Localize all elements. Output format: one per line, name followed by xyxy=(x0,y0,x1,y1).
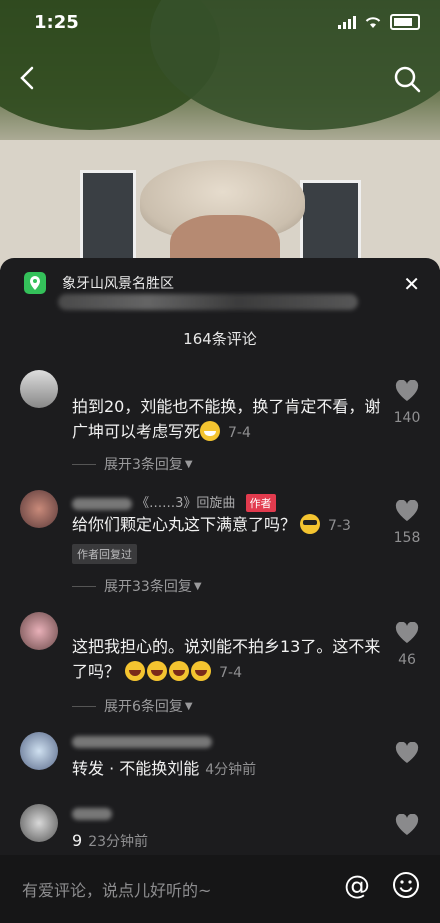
window xyxy=(300,180,361,266)
comment-text: 拍到20，刘能也不能换，换了肯定不看，谢广坤可以考虑写死 7-4 xyxy=(72,394,382,446)
author-replied-tag: 作者回复过 xyxy=(72,544,137,564)
comment-text: 9 23分钟前 xyxy=(72,828,382,855)
comment-body: 9 xyxy=(72,831,83,850)
close-icon: ✕ xyxy=(403,272,420,296)
heart-icon xyxy=(395,499,419,521)
back-button[interactable] xyxy=(16,64,44,92)
heart-icon xyxy=(395,813,419,835)
comment-text: 这把我担心的。说刘能不拍乡13了。这不来了吗？ 7-4 xyxy=(72,634,382,686)
comment-body: 转发 · 不能换刘能 xyxy=(72,759,200,778)
chevron-down-icon: ▼ xyxy=(184,700,193,712)
expand-replies-label: 展开33条回复 xyxy=(104,579,192,595)
battery-icon xyxy=(390,14,420,30)
avatar[interactable] xyxy=(20,732,58,770)
comment-author[interactable]: 《……3》回旋曲 作者 xyxy=(72,492,276,512)
location-pin-icon xyxy=(24,272,46,294)
comment-time: 7-4 xyxy=(228,425,251,441)
chevron-down-icon: ▼ xyxy=(184,458,193,470)
comment-count: 164条评论 xyxy=(183,330,257,348)
status-time: 1:25 xyxy=(34,12,79,33)
heart-icon xyxy=(395,621,419,643)
like-button[interactable] xyxy=(390,813,424,840)
window xyxy=(80,170,136,266)
grin-emoji-icon xyxy=(200,421,221,441)
comment-time: 23分钟前 xyxy=(88,834,149,850)
expand-replies-button[interactable]: 展开33条回复 ▼ xyxy=(72,576,202,596)
wifi-icon xyxy=(365,17,381,28)
expand-replies-button[interactable]: 展开6条回复 ▼ xyxy=(72,696,193,716)
laugh-emoji-icon xyxy=(191,661,212,681)
comment-body: 给你们颗定心丸这下满意了吗？ xyxy=(72,515,297,534)
location-row[interactable]: 象牙山风景名胜区 xyxy=(24,272,174,294)
at-mention-button[interactable]: @ xyxy=(344,871,370,901)
expand-replies-label: 展开3条回复 xyxy=(104,457,183,473)
emoji-icon xyxy=(393,872,419,898)
expand-replies-label: 展开6条回复 xyxy=(104,699,183,715)
emoji-button[interactable] xyxy=(392,871,420,899)
comment-time: 7-4 xyxy=(219,665,242,681)
avatar[interactable] xyxy=(20,612,58,650)
author-name: 《……3》回旋曲 xyxy=(136,496,236,511)
close-button[interactable]: ✕ xyxy=(403,272,420,296)
avatar[interactable] xyxy=(20,370,58,408)
comment-panel: 象牙山风景名胜区 ✕ 164条评论 拍到20，刘能也不能换，换了肯定不看，谢广坤… xyxy=(0,258,440,923)
comment-input-bar: 有爱评论，说点儿好听的~ @ xyxy=(0,855,440,923)
search-button[interactable] xyxy=(392,64,422,94)
laugh-emoji-icon xyxy=(147,661,168,681)
cool-emoji-icon xyxy=(300,514,321,534)
comment-text: 给你们颗定心丸这下满意了吗？ 7-3 xyxy=(72,512,382,539)
blurred-name xyxy=(72,807,112,820)
chevron-down-icon: ▼ xyxy=(193,580,202,592)
location-title: 象牙山风景名胜区 xyxy=(62,276,174,292)
laugh-emoji-icon xyxy=(169,661,190,681)
blurred-name xyxy=(72,497,132,510)
status-bar: 1:25 xyxy=(0,0,440,44)
at-icon: @ xyxy=(344,871,370,901)
like-button[interactable]: 46 xyxy=(390,621,424,668)
comment-time: 4分钟前 xyxy=(205,762,257,778)
comment-time: 7-3 xyxy=(328,518,351,534)
comment-author[interactable] xyxy=(72,734,212,749)
comment-author[interactable] xyxy=(72,806,112,821)
comment-input[interactable]: 有爱评论，说点儿好听的~ xyxy=(22,877,211,901)
avatar[interactable] xyxy=(20,490,58,528)
expand-replies-button[interactable]: 展开3条回复 ▼ xyxy=(72,454,193,474)
search-icon xyxy=(394,66,421,93)
like-count: 140 xyxy=(393,410,421,426)
laugh-emoji-icon xyxy=(125,661,146,681)
author-badge: 作者 xyxy=(245,494,276,512)
heart-icon xyxy=(395,741,419,763)
like-button[interactable] xyxy=(390,741,424,768)
comment-body: 拍到20，刘能也不能换，换了肯定不看，谢广坤可以考虑写死 xyxy=(72,397,381,441)
like-count: 158 xyxy=(393,530,421,546)
heart-icon xyxy=(395,379,419,401)
like-button[interactable]: 158 xyxy=(390,499,424,546)
comment-text: 转发 · 不能换刘能 4分钟前 xyxy=(72,756,382,783)
back-arrow-icon xyxy=(20,66,34,90)
like-button[interactable]: 140 xyxy=(390,379,424,426)
blurred-caption xyxy=(58,294,358,310)
like-count: 46 xyxy=(398,652,416,668)
cellular-signal-icon xyxy=(338,15,356,29)
avatar[interactable] xyxy=(20,804,58,842)
blurred-name xyxy=(72,735,212,748)
status-icons xyxy=(338,14,420,30)
